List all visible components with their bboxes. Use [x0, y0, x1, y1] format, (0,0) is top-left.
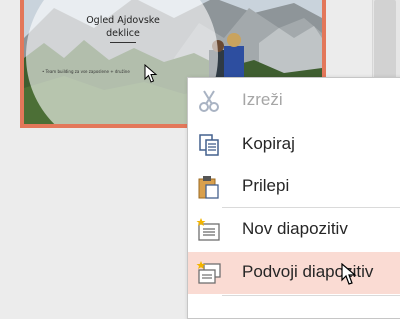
duplicate-slide-icon [196, 261, 221, 284]
slide-bullet-text: • Team building za vse zaposlene + druži… [42, 69, 130, 74]
new-slide-icon [196, 218, 220, 241]
menu-item-label: Nov diapozitiv [242, 219, 348, 238]
menu-separator [222, 207, 400, 208]
title-divider [110, 42, 136, 43]
menu-item-duplicate-slide[interactable]: Podvoji diapozitiv [188, 252, 400, 294]
menu-item-new-slide[interactable]: Nov diapozitiv [188, 209, 400, 251]
paste-icon [198, 176, 219, 199]
menu-item-paste[interactable]: Prilepi [188, 166, 400, 208]
mouse-cursor-icon [341, 263, 357, 285]
mouse-cursor-icon [144, 64, 158, 83]
menu-item-label: Prilepi [242, 176, 290, 195]
menu-item-cut[interactable]: Izreži [188, 80, 400, 122]
menu-item-copy[interactable]: Kopiraj [188, 124, 400, 166]
slide-title: Ogled Ajdovske deklice [86, 15, 160, 39]
context-menu: Izreži Kopiraj Prilepi Nov diapozitiv Po… [187, 77, 400, 319]
menu-item-label: Kopiraj [242, 134, 295, 153]
menu-separator [222, 295, 400, 296]
copy-icon [199, 134, 219, 156]
menu-item-label: Izreži [242, 90, 283, 109]
scissors-icon [199, 90, 219, 112]
